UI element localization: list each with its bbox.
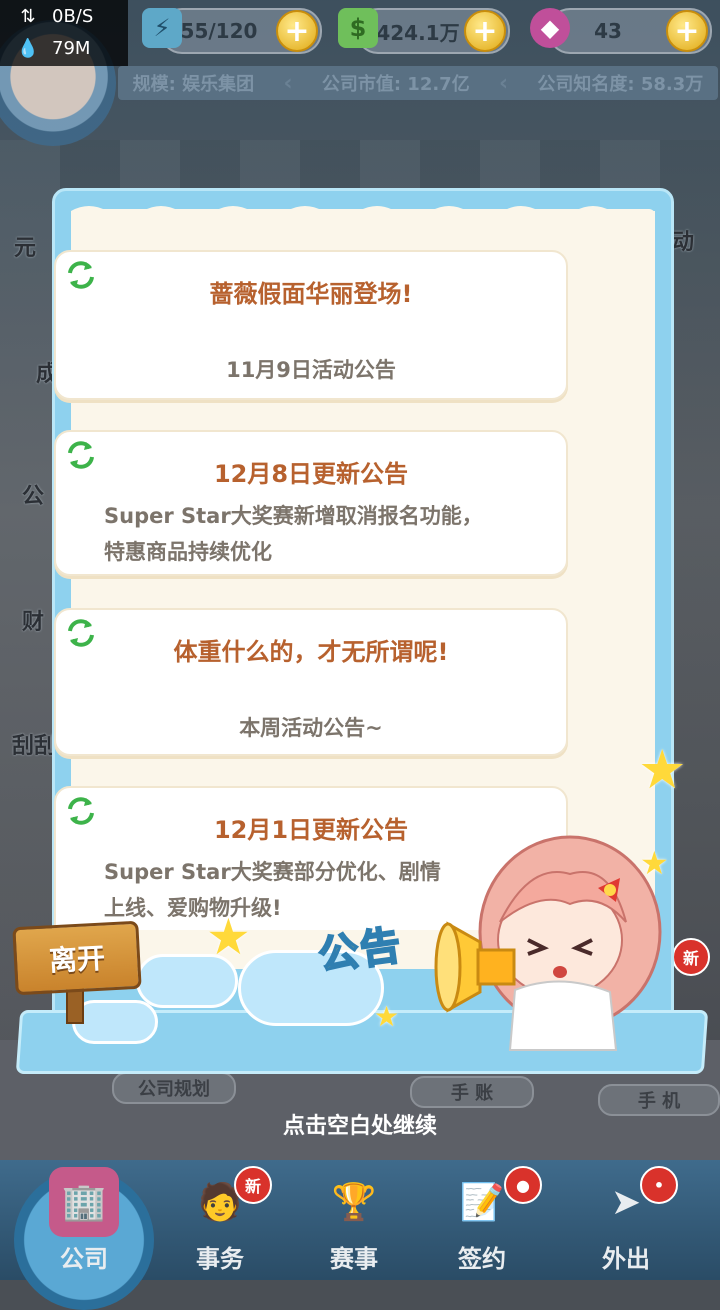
side-menu-label[interactable]: 刮刮 [12, 728, 56, 760]
star-icon: ★ [638, 738, 687, 801]
tap-to-continue-hint[interactable]: 点击空白处继续 [0, 1108, 720, 1140]
add-energy-button[interactable]: + [276, 10, 318, 52]
cash-counter: $ 1424.1万 + [338, 8, 510, 54]
gem-counter: ◆ 43 + [530, 8, 712, 54]
gem-icon: ◆ [530, 8, 570, 48]
separator-icon: ‹ [499, 70, 509, 96]
new-badge: 新 [234, 1166, 272, 1204]
cat-badge-icon: • [640, 1166, 678, 1204]
nav-company[interactable]: 🏢 公司 [34, 1167, 134, 1274]
notice-banner-label: 公告 [315, 921, 407, 980]
star-icon: ★ [206, 908, 251, 966]
cloud-decoration [72, 1000, 158, 1044]
side-menu-label[interactable]: 财 [22, 604, 44, 636]
notice-card[interactable]: 体重什么的，才无所谓呢! 本周活动公告~ [54, 608, 568, 756]
nav-events[interactable]: 🏆 赛事 [304, 1167, 404, 1274]
notice-title: 12月8日更新公告 [213, 460, 409, 488]
top-hud: ⇅ 0B/S 💧 79M ⚡ 55/120 + $ 1424.1万 + ◆ 43… [0, 0, 720, 146]
ledger-tag[interactable]: 手 账 [410, 1076, 534, 1108]
side-menu-label[interactable]: 公 [22, 478, 44, 510]
memory-icon: 💧 [16, 38, 40, 59]
wave-border [71, 206, 655, 223]
company-stats-bar: 规模: 娱乐集团 ‹ 公司市值: 12.7亿 ‹ 公司知名度: 58.3万 [118, 66, 718, 100]
energy-icon: ⚡ [142, 8, 182, 48]
trophy-icon: 🏆 [331, 1182, 377, 1223]
energy-counter: ⚡ 55/120 + [142, 8, 322, 54]
notice-card[interactable]: 12月8日更新公告 Super Star大奖赛新增取消报名功能， 特惠商品持续优… [54, 430, 568, 576]
notice-subtitle: 11月9日活动公告 [226, 358, 396, 382]
building-icon: 🏢 [49, 1167, 119, 1237]
system-status-overlay: ⇅ 0B/S 💧 79M [0, 0, 128, 66]
add-cash-button[interactable]: + [464, 10, 506, 52]
notice-card[interactable]: 蔷薇假面华丽登场! 11月9日活动公告 [54, 250, 568, 400]
side-menu-label[interactable]: 元 [14, 230, 36, 262]
company-plan-tag[interactable]: 公司规划 [112, 1072, 236, 1104]
company-market-value: 公司市值: 12.7亿 [321, 74, 470, 95]
company-scale: 规模: 娱乐集团 [132, 74, 255, 95]
star-icon: ★ [374, 1000, 400, 1033]
cash-icon: $ [338, 8, 378, 48]
add-gem-button[interactable]: + [666, 10, 708, 52]
memory-usage: 79M [52, 38, 91, 59]
exit-button[interactable]: 离开 [12, 920, 142, 996]
company-fame: 公司知名度: 58.3万 [537, 74, 704, 95]
notice-title: 蔷薇假面华丽登场! [209, 280, 413, 308]
mascot-girl-megaphone-icon [434, 835, 662, 1051]
side-menu-label[interactable]: 动 [672, 224, 694, 256]
network-icon: ⇅ [20, 6, 36, 27]
net-speed: 0B/S [52, 6, 94, 27]
notice-subtitle: 本周活动公告~ [239, 716, 383, 740]
notice-description: Super Star大奖赛新增取消报名功能， 特惠商品持续优化 [104, 504, 483, 564]
profile-badge-icon: ● [504, 1166, 542, 1204]
separator-icon: ‹ [283, 70, 293, 96]
notice-title: 体重什么的，才无所谓呢! [173, 638, 449, 666]
